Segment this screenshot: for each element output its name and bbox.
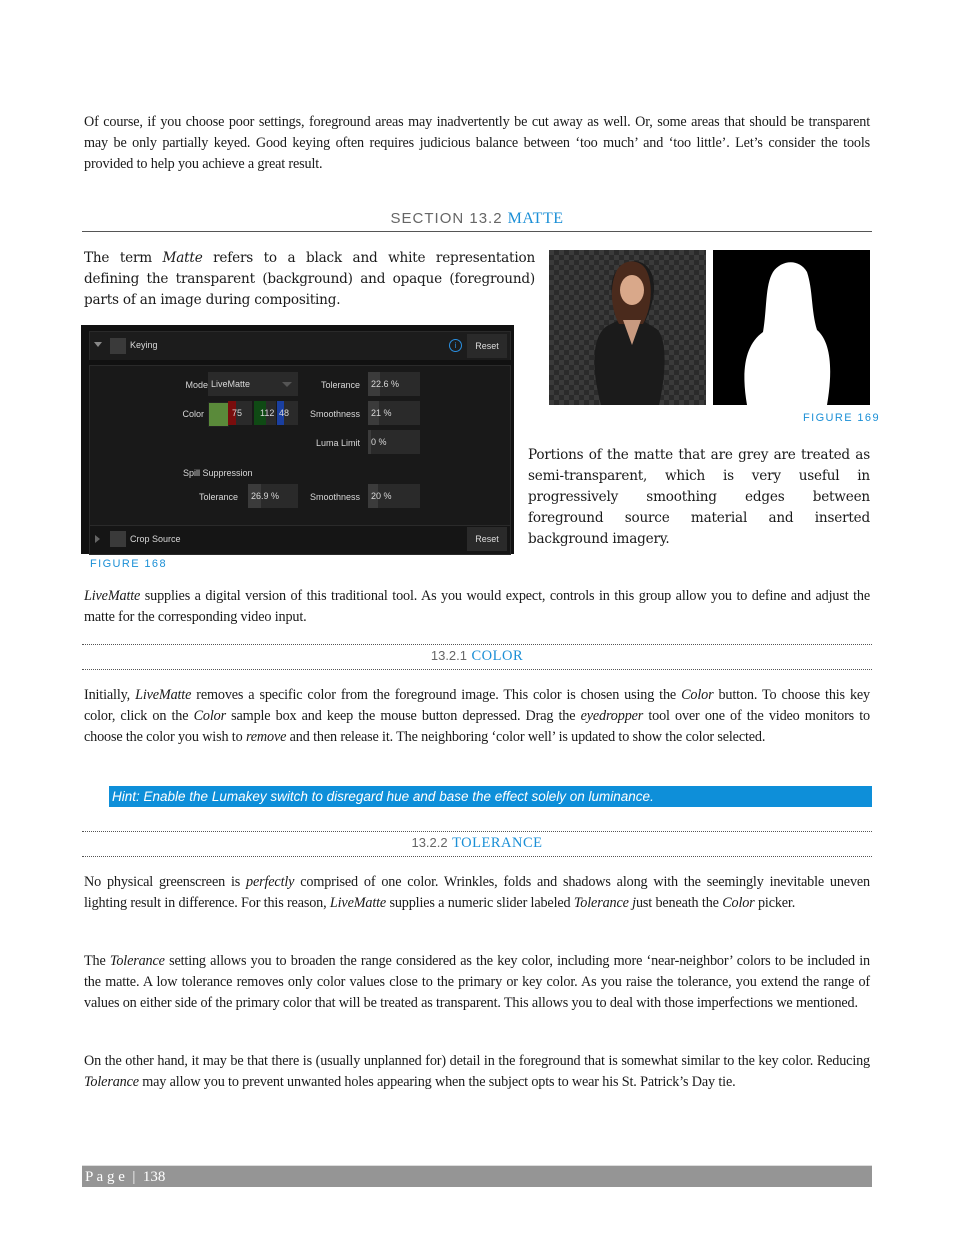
spill-smoothness-slider[interactable]: 20 % (368, 484, 420, 508)
emphasis: Matte (162, 250, 203, 266)
crop-enable-checkbox[interactable] (110, 531, 126, 547)
color-paragraph: Initially, LiveMatte removes a specific … (84, 687, 870, 745)
red-value-field[interactable]: 75 (228, 401, 252, 425)
keying-reset-button[interactable]: Reset (467, 334, 507, 358)
tolerance-label: Tolerance (320, 380, 360, 390)
subject-figure-icon (594, 261, 665, 405)
spill-smoothness-value: 20 % (371, 491, 392, 501)
luma-limit-slider[interactable]: 0 % (368, 430, 420, 454)
color-label: Color (182, 409, 204, 419)
section-number: SECTION 13.2 (390, 210, 503, 227)
matte-photo (713, 250, 870, 405)
section-title: MATTE (507, 210, 564, 227)
text: The term (84, 250, 163, 266)
page-footer: P a g e | 138 (82, 1165, 872, 1187)
mode-dropdown[interactable]: LiveMatte (208, 372, 298, 396)
collapse-triangle-icon[interactable] (94, 342, 102, 347)
green-value-field[interactable]: 112 (254, 401, 276, 425)
tolerance-paragraph-2: The Tolerance setting allows you to broa… (84, 953, 870, 1011)
figure-168-caption: FIGURE 168 (90, 558, 167, 570)
subsection-tolerance-heading: 13.2.2 TOLERANCE (82, 835, 872, 852)
subsection-color-heading: 13.2.1 COLOR (82, 648, 872, 665)
emphasis: LiveMatte (84, 588, 141, 604)
crop-source-label: Crop Source (130, 534, 181, 544)
smoothness-value: 21 % (371, 408, 392, 418)
red-value: 75 (232, 408, 243, 418)
section-rule (82, 231, 872, 232)
subsection-title: COLOR (471, 648, 524, 664)
hint-box: Hint: Enable the Lumakey switch to disre… (109, 786, 872, 807)
subsection-number: 13.2.1 (430, 648, 468, 663)
mode-value: LiveMatte (211, 379, 251, 389)
spill-tolerance-value: 26.9 % (251, 491, 280, 501)
spill-smoothness-label: Smoothness (309, 492, 360, 502)
dotted-rule (82, 669, 872, 670)
keying-body: Mode LiveMatte Color 75 112 48 Tolerance… (89, 365, 511, 533)
matte-definition-paragraph: The term Matte refers to a black and whi… (84, 248, 535, 311)
spill-suppression-label: Spill Suppression (183, 468, 253, 478)
luma-limit-label: Luma Limit (315, 438, 360, 448)
color-swatch-button[interactable] (208, 402, 229, 427)
tolerance-value: 22.6 % (371, 379, 400, 389)
dotted-rule (82, 856, 872, 857)
figure-169-caption: FIGURE 169 (803, 412, 880, 424)
green-value: 112 (260, 408, 275, 418)
smoothness-slider[interactable]: 21 % (368, 401, 420, 425)
expand-triangle-icon[interactable] (95, 535, 100, 543)
intro-paragraph: Of course, if you choose poor settings, … (84, 114, 870, 172)
matte-silhouette-icon (744, 262, 831, 405)
smoothness-label: Smoothness (309, 409, 360, 419)
keyed-subject-photo (549, 250, 706, 405)
page-number: P a g e | 138 (85, 1169, 166, 1185)
tolerance-paragraph-1: No physical greenscreen is perfectly com… (84, 874, 870, 911)
subsection-number: 13.2.2 (411, 835, 448, 850)
livematte-paragraph: LiveMatte supplies a digital version of … (84, 586, 870, 628)
keying-panel-screenshot: Keying i Reset Mode LiveMatte Color 75 1… (81, 325, 514, 555)
keying-label: Keying (130, 340, 158, 350)
tolerance-paragraph-3: On the other hand, it may be that there … (84, 1053, 870, 1090)
luma-limit-value: 0 % (371, 437, 387, 447)
crop-source-header[interactable]: Crop Source Reset (89, 525, 511, 555)
dotted-rule (82, 831, 872, 832)
crop-reset-button[interactable]: Reset (467, 527, 507, 551)
keying-enable-checkbox[interactable] (110, 338, 126, 354)
keying-header[interactable]: Keying i Reset (89, 331, 511, 360)
tolerance-slider[interactable]: 22.6 % (368, 372, 420, 396)
subsection-title: TOLERANCE (452, 835, 543, 851)
grey-matte-paragraph: Portions of the matte that are grey are … (528, 447, 870, 547)
dotted-rule (82, 644, 872, 645)
mode-label: Mode (185, 380, 208, 390)
blue-value: 48 (279, 408, 290, 418)
section-heading: SECTION 13.2 MATTE (82, 208, 872, 228)
text: supplies a digital version of this tradi… (84, 588, 870, 625)
spill-tolerance-label: Tolerance (198, 492, 238, 502)
info-icon[interactable]: i (449, 339, 462, 352)
